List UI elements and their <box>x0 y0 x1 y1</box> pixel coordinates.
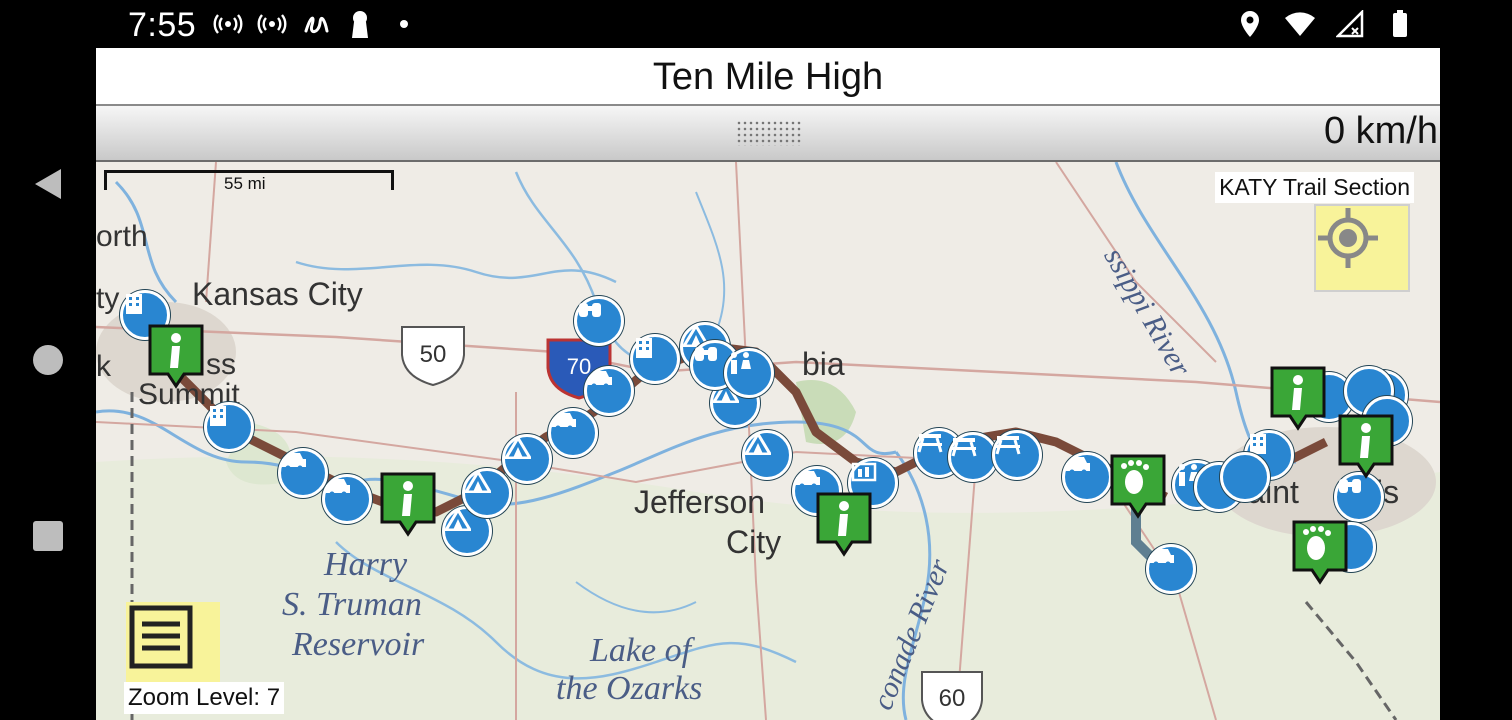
campground-marker[interactable] <box>742 430 792 480</box>
navigation-bar <box>0 48 96 720</box>
signal-icon <box>1334 8 1366 40</box>
status-bar: 7:55 <box>0 0 1512 48</box>
speed-bar[interactable]: 0 km/h <box>96 106 1440 162</box>
dot-icon <box>388 8 420 40</box>
hotspot-icon <box>212 8 244 40</box>
hotspot-icon <box>256 8 288 40</box>
place-label-columbia: bia <box>802 346 845 382</box>
place-label-lake: Lake of <box>590 632 692 669</box>
battery-icon <box>1384 8 1416 40</box>
binoculars-icon <box>695 347 717 361</box>
parking-marker[interactable] <box>1062 452 1112 502</box>
tent-icon <box>745 433 771 455</box>
scale-label: 55 mi <box>224 174 266 193</box>
page-title: Ten Mile High <box>96 48 1440 106</box>
building-icon <box>126 294 142 314</box>
back-icon <box>35 169 61 199</box>
info-marker[interactable] <box>1270 366 1326 432</box>
parking-marker[interactable] <box>1146 544 1196 594</box>
picnic-table-icon <box>951 438 977 457</box>
list-icon <box>129 605 193 669</box>
picnic-marker[interactable] <box>992 430 1042 480</box>
place-label: ty <box>96 282 120 315</box>
parking-marker[interactable] <box>322 474 372 524</box>
info-icon <box>148 324 204 389</box>
binoculars-icon <box>579 303 601 317</box>
speed-readout: 0 km/h <box>1323 110 1438 152</box>
status-time: 7:55 <box>128 6 197 44</box>
lodging-marker[interactable] <box>630 334 680 384</box>
footprint-icon <box>1292 520 1348 585</box>
place-label: orth <box>96 220 148 253</box>
locate-button[interactable] <box>1314 204 1410 292</box>
keyhole-icon <box>344 8 376 40</box>
info-icon <box>1338 414 1394 479</box>
parking-marker[interactable] <box>278 448 328 498</box>
place-label: k <box>96 350 111 383</box>
place-label-kansas-city: Kansas City <box>192 276 363 312</box>
place-label-ozarks: the Ozarks <box>556 670 703 707</box>
lodging-marker[interactable] <box>204 402 254 452</box>
info-marker[interactable] <box>380 472 436 538</box>
picnic-marker[interactable] <box>948 432 998 482</box>
car-icon <box>282 453 306 471</box>
exhibit-icon <box>851 462 877 482</box>
car-icon <box>588 371 612 389</box>
info-icon <box>1270 366 1326 431</box>
place-label-harry: Harry <box>324 546 408 583</box>
car-icon <box>1150 549 1174 567</box>
signature-icon <box>300 8 332 40</box>
picnic-table-icon <box>917 434 943 453</box>
map-view[interactable]: 50 70 60 orth ty Kansas City k ss Summit… <box>96 162 1440 720</box>
tent-icon <box>445 509 471 531</box>
zoom-level-label: Zoom Level: 7 <box>124 682 285 714</box>
recents-button[interactable] <box>28 516 68 556</box>
app-window: Ten Mile High 0 km/h 50 70 60 orth ty Ka… <box>96 48 1440 720</box>
car-icon <box>796 471 820 489</box>
section-label: KATY Trail Section <box>1215 172 1414 203</box>
car-icon <box>326 479 350 497</box>
info-marker[interactable] <box>148 324 204 390</box>
viewpoint-marker[interactable] <box>574 296 624 346</box>
poi-marker[interactable] <box>1220 452 1270 502</box>
restroom-icon <box>731 352 751 374</box>
campground-marker[interactable] <box>502 434 552 484</box>
home-button[interactable] <box>28 340 68 380</box>
svg-text:50: 50 <box>420 341 447 368</box>
car-icon <box>1066 457 1090 475</box>
restroom-marker[interactable] <box>724 348 774 398</box>
back-button[interactable] <box>28 164 68 204</box>
parking-marker[interactable] <box>548 408 598 458</box>
home-icon <box>33 345 63 375</box>
campground-marker[interactable] <box>462 468 512 518</box>
picnic-table-icon <box>995 436 1021 455</box>
location-icon <box>1234 8 1266 40</box>
info-icon <box>816 492 872 557</box>
place-label-city: City <box>726 524 782 560</box>
info-marker[interactable] <box>1338 414 1394 480</box>
trailhead-marker[interactable] <box>1292 520 1348 586</box>
parking-marker[interactable] <box>584 366 634 416</box>
trailhead-marker[interactable] <box>1110 454 1166 520</box>
info-icon <box>380 472 436 537</box>
recents-icon <box>33 521 63 551</box>
place-label-jefferson: Jefferson <box>634 484 766 520</box>
us60-shield: 60 <box>921 671 983 720</box>
drag-handle[interactable] <box>736 120 802 146</box>
crosshair-icon <box>1318 208 1378 268</box>
car-icon <box>552 413 576 431</box>
place-label-truman: S. Truman <box>282 586 422 623</box>
building-icon <box>636 338 652 358</box>
building-icon <box>210 406 226 426</box>
tent-icon <box>505 437 531 459</box>
place-label-reservoir: Reservoir <box>292 626 425 663</box>
footprint-icon <box>1110 454 1166 519</box>
wifi-icon <box>1284 8 1316 40</box>
place-label: ss <box>206 348 236 381</box>
tent-icon <box>465 471 491 493</box>
info-marker[interactable] <box>816 492 872 558</box>
svg-text:60: 60 <box>939 685 966 712</box>
